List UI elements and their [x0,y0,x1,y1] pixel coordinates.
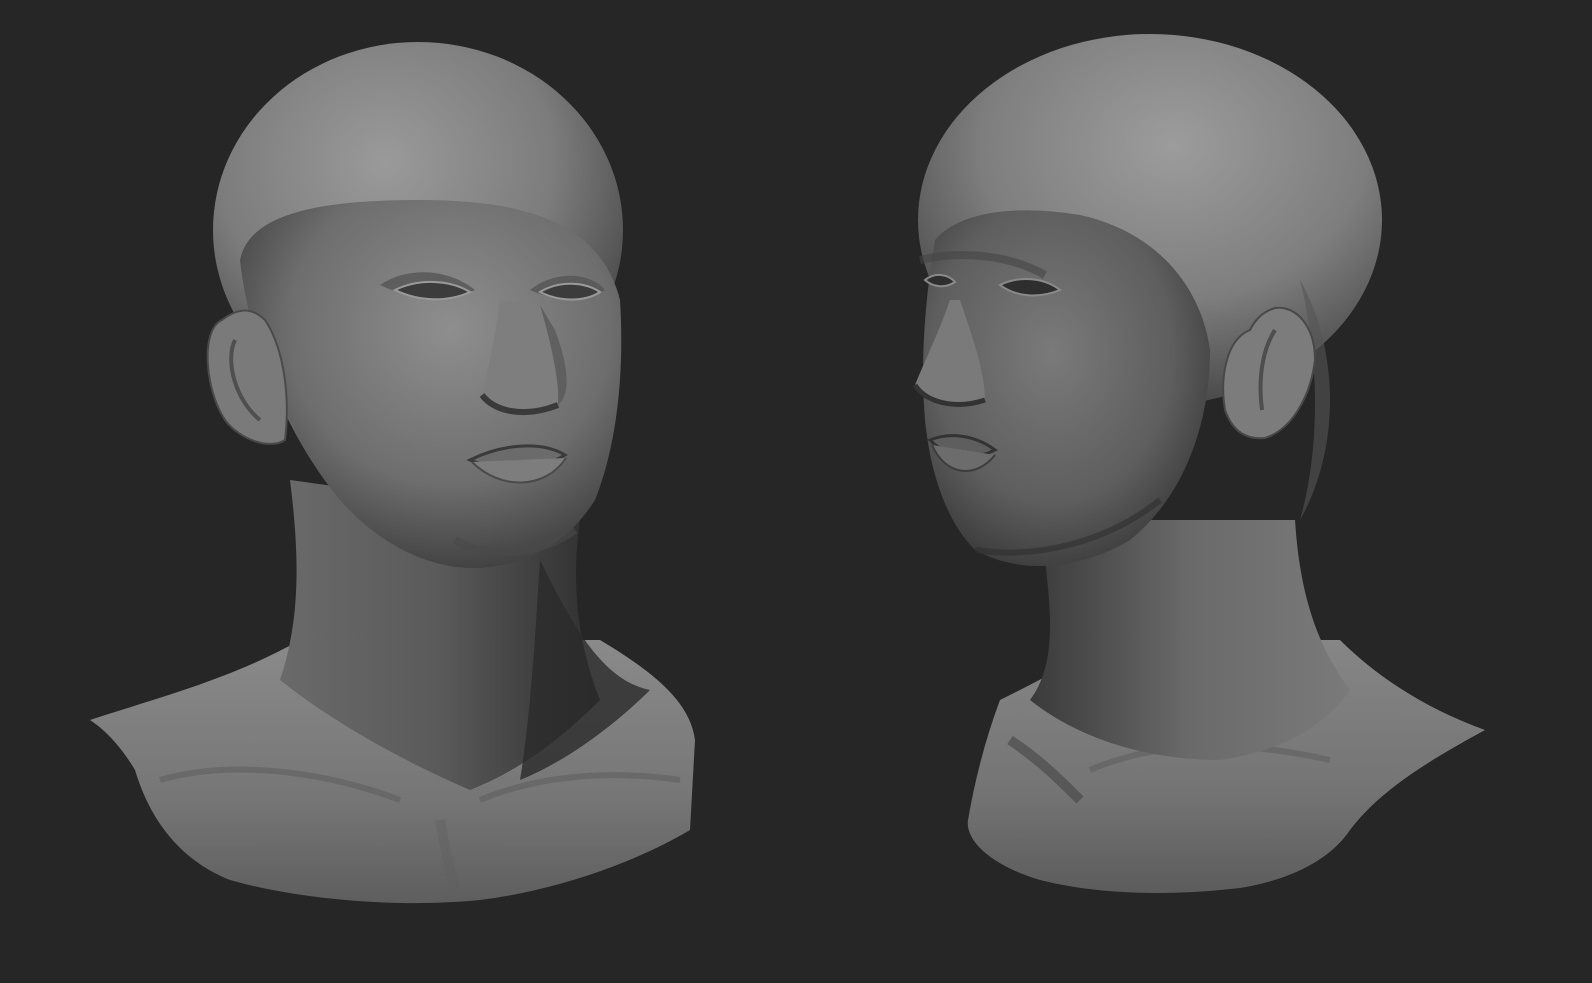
sculpt-viewport [0,0,1592,983]
sculpt-render-canvas [90,34,1485,904]
side-three-quarter-view [912,34,1485,893]
front-three-quarter-view [90,42,695,904]
